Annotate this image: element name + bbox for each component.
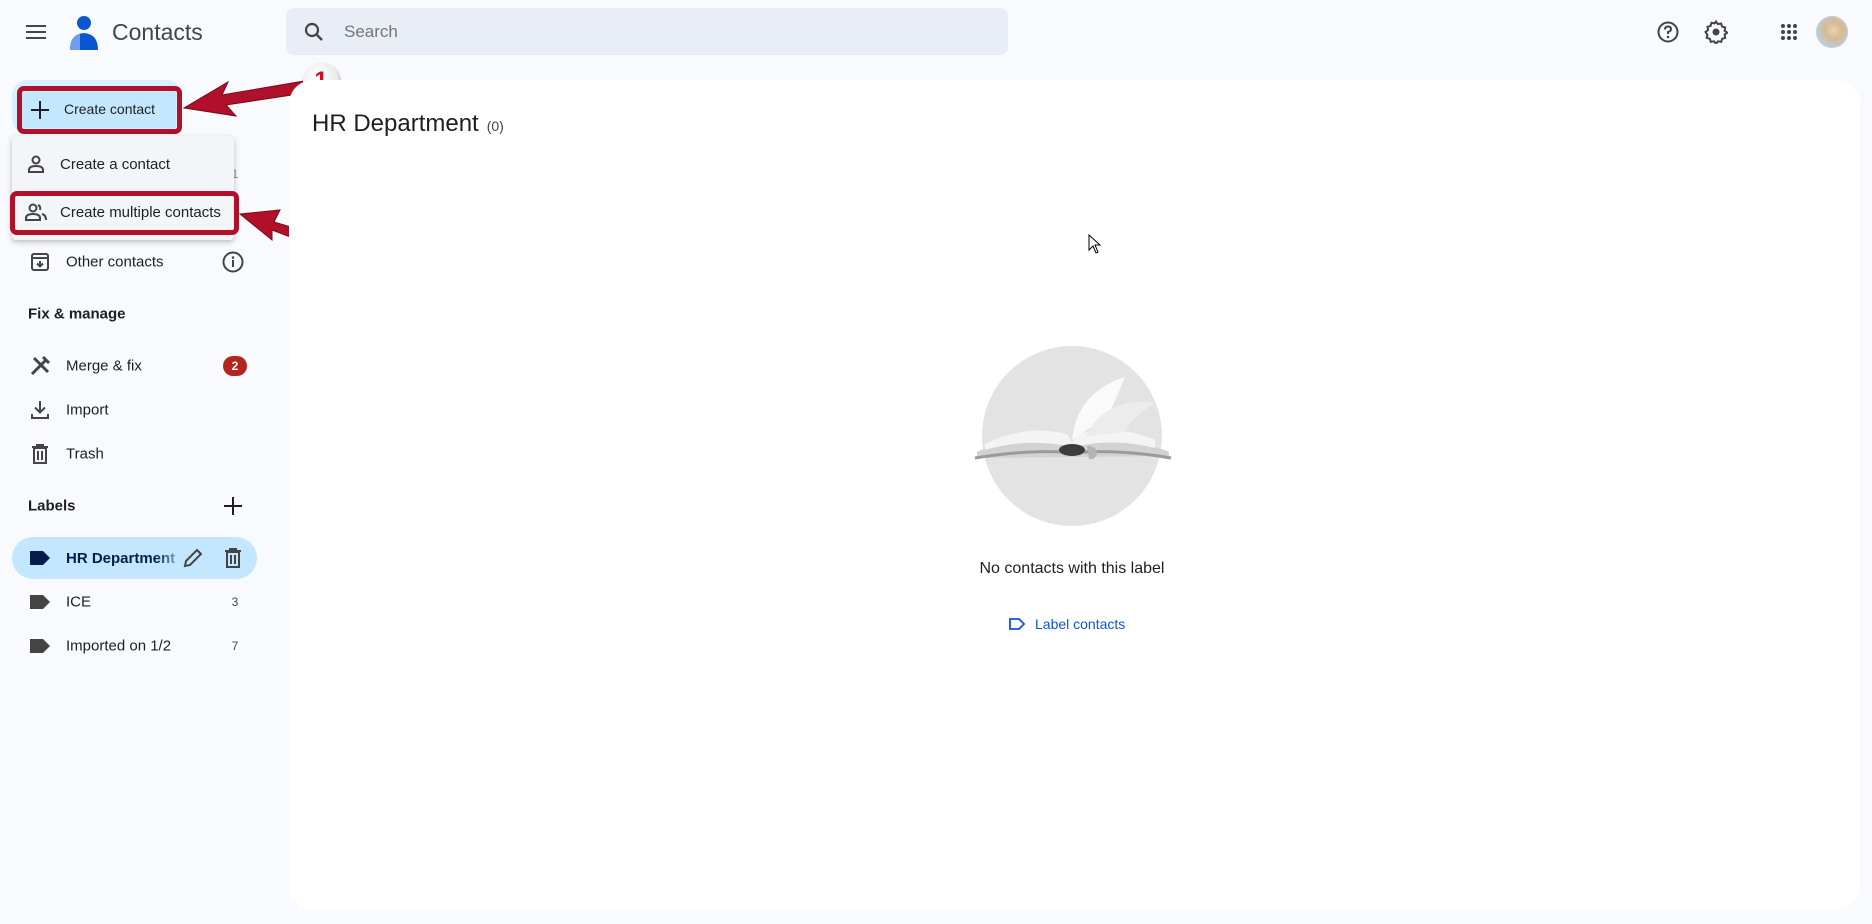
sidebar-item-import[interactable]: Import [0,388,270,432]
empty-book-illustration [974,346,1172,526]
page-title: HR Department [312,110,479,137]
label-name: ICE [66,593,92,611]
label-count: 3 [231,595,239,609]
labels-heading: Labels [28,497,76,515]
merge-badge: 2 [223,356,247,376]
sidebar-item-label: Trash [66,445,104,463]
sidebar-item-label: Import [66,401,109,419]
help-icon[interactable] [1654,18,1682,46]
delete-label-trash-icon[interactable] [221,546,245,570]
sidebar-item-trash[interactable]: Trash [0,432,270,476]
label-tag-icon [28,590,52,614]
google-apps-icon[interactable] [1775,18,1803,46]
add-label-plus-icon[interactable] [221,494,245,518]
contact-count: (0) [486,118,504,134]
sidebar-item-label: Merge & fix [66,357,142,375]
label-tag-icon [28,634,52,658]
label-contacts-link[interactable]: Label contacts [1009,614,1125,634]
empty-state-message: No contacts with this label [979,560,1165,577]
trash-icon [28,442,52,466]
sidebar-item-label: Other contacts [66,253,164,271]
label-outline-icon [1009,618,1025,630]
sidebar-item-other-contacts[interactable]: Other contacts [0,240,270,284]
edit-pencil-icon[interactable] [181,546,205,570]
tools-icon [28,354,52,378]
sidebar-item-merge-fix[interactable]: Merge & fix 2 [0,344,270,388]
import-icon [28,398,52,422]
fix-manage-heading: Fix & manage [28,305,126,323]
main-panel: HR Department (0) No contacts with this … [289,80,1860,910]
info-icon[interactable] [221,250,245,274]
label-item-hr-department[interactable]: HR Department [12,537,257,579]
mouse-cursor-icon [1088,234,1102,254]
account-avatar[interactable] [1816,16,1848,48]
archive-download-icon [28,250,52,274]
label-name: HR Department [66,550,176,567]
label-item-imported[interactable]: Imported on 1/2 7 [0,624,270,668]
label-contacts-text: Label contacts [1035,616,1126,632]
label-item-ice[interactable]: ICE 3 [0,580,270,624]
label-count: 7 [231,639,239,653]
label-tag-icon [28,546,52,570]
label-name: Imported on 1/2 [66,637,172,655]
settings-gear-icon[interactable] [1702,18,1730,46]
search-input[interactable] [344,8,984,55]
